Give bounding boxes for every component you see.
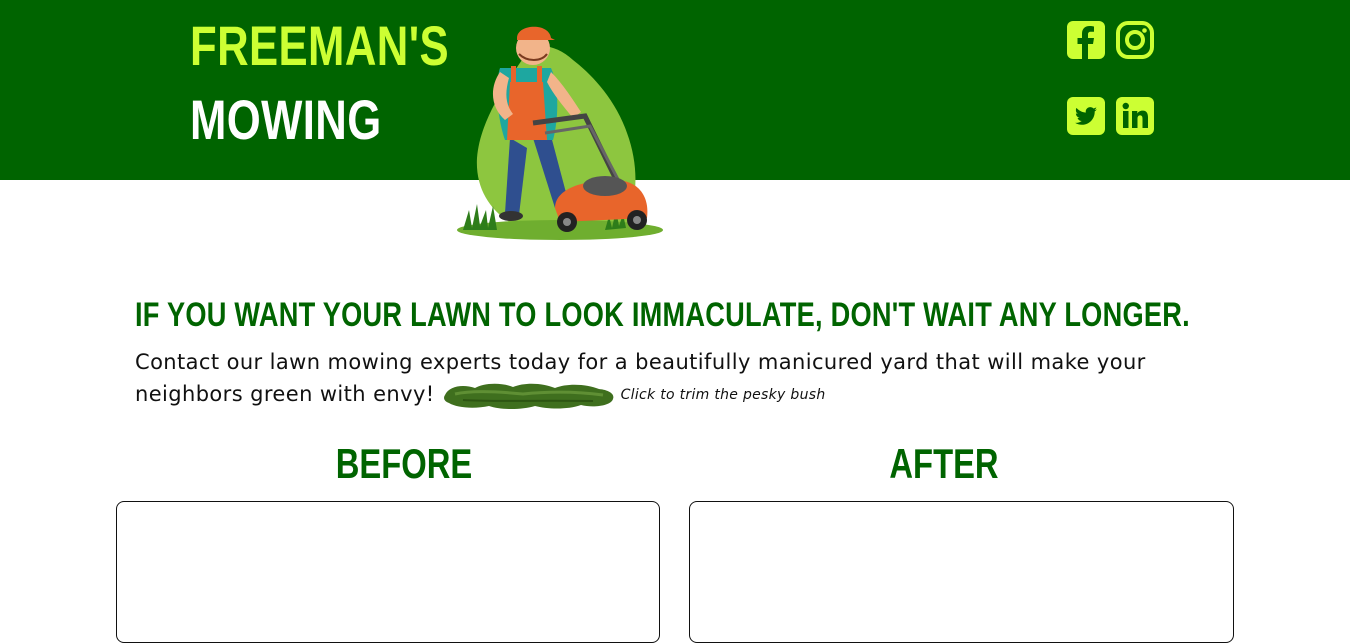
- hero-body: Contact our lawn mowing experts today fo…: [135, 346, 1215, 411]
- before-heading: BEFORE: [335, 440, 473, 487]
- mascot-mower-illustration: [457, 26, 663, 240]
- twitter-icon[interactable]: [1066, 96, 1106, 136]
- brand-name-line2: MOWING: [190, 88, 382, 151]
- instagram-icon[interactable]: [1115, 20, 1155, 60]
- hero-headline: IF YOU WANT YOUR LAWN TO LOOK IMMACULATE…: [135, 296, 1190, 334]
- site-header: FREEMAN'S MOWING: [0, 0, 1350, 180]
- brand-name-line1: FREEMAN'S: [190, 14, 450, 77]
- before-image-frame: [116, 501, 660, 643]
- facebook-icon[interactable]: [1066, 20, 1106, 60]
- linkedin-icon[interactable]: [1115, 96, 1155, 136]
- pesky-bush-button[interactable]: [443, 380, 615, 410]
- bush-hint: Click to trim the pesky bush: [620, 387, 826, 403]
- after-image-frame: [689, 501, 1234, 643]
- after-heading: AFTER: [889, 440, 999, 487]
